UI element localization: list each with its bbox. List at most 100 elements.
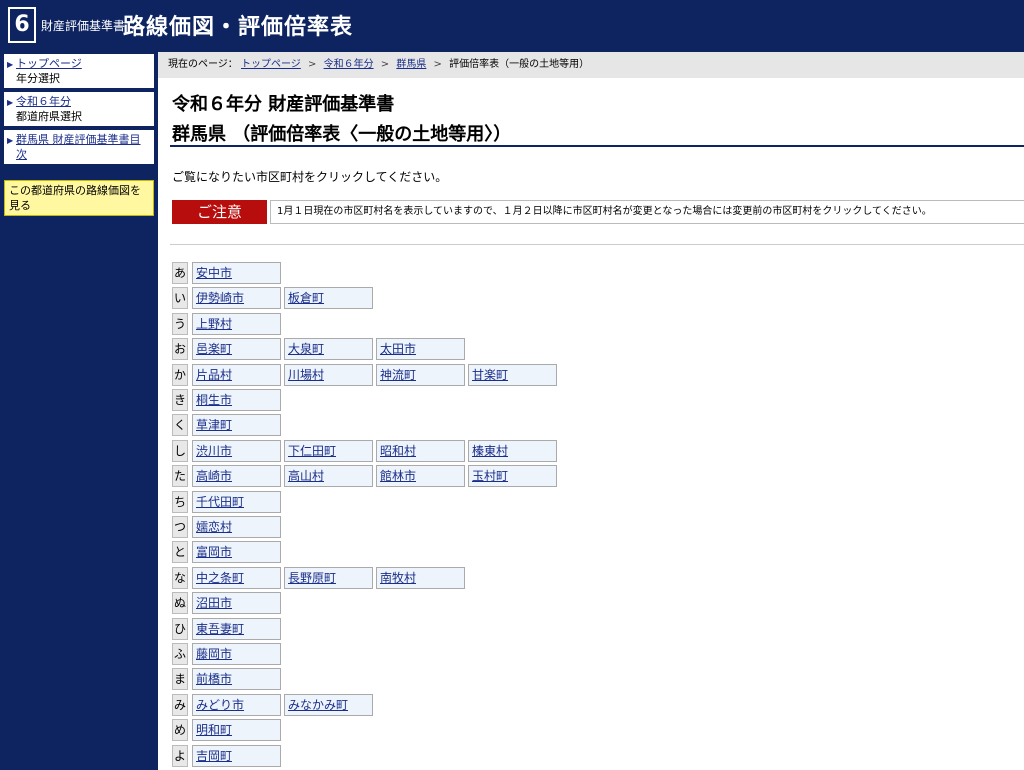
sidebar-link-year[interactable]: 令和６年分 (16, 95, 71, 108)
municipality-cell: 長野原町 (284, 567, 373, 589)
municipality-link[interactable]: 嬬恋村 (196, 520, 232, 534)
municipality-link[interactable]: みなかみ町 (288, 698, 348, 712)
municipality-link[interactable]: 長野原町 (288, 571, 336, 585)
municipality-link[interactable]: 太田市 (380, 342, 416, 356)
municipality-cell: 明和町 (192, 719, 281, 741)
municipality-cell: 板倉町 (284, 287, 373, 309)
municipality-link[interactable]: 千代田町 (196, 495, 244, 509)
municipality-link[interactable]: 藤岡市 (196, 647, 232, 661)
municipality-cell: 邑楽町 (192, 338, 281, 360)
municipality-link[interactable]: 榛東村 (472, 444, 508, 458)
sidebar-route-price-link[interactable]: この都道府県の路線価図を見る (4, 180, 154, 216)
municipality-link[interactable]: 上野村 (196, 317, 232, 331)
municipality-link[interactable]: 桐生市 (196, 393, 232, 407)
kana-index-label: あ (172, 262, 188, 284)
breadcrumb-separator: > (380, 59, 390, 70)
municipality-cell: 伊勢崎市 (192, 287, 281, 309)
kana-index-label: く (172, 414, 188, 436)
kana-index-label: よ (172, 745, 188, 767)
kana-index-label: き (172, 389, 188, 411)
kana-index-label: み (172, 694, 188, 716)
kana-index-label: な (172, 567, 188, 589)
triangle-icon: ▶ (7, 60, 14, 69)
kana-index-label: ふ (172, 643, 188, 665)
sidebar-sub-label: 都道府県選択 (16, 110, 82, 123)
breadcrumb-link-year[interactable]: 令和６年分 (324, 59, 374, 70)
breadcrumb-link-top[interactable]: トップページ (241, 59, 301, 70)
municipality-link[interactable]: 甘楽町 (472, 368, 508, 382)
header-subtitle: 財産評価基準書 (41, 19, 126, 33)
header-title: 路線価図・評価倍率表 (123, 15, 354, 40)
municipality-link[interactable]: 板倉町 (288, 291, 324, 305)
municipality-cell: 館林市 (376, 465, 465, 487)
municipality-link[interactable]: 南牧村 (380, 571, 416, 585)
municipality-cell: 下仁田町 (284, 440, 373, 462)
municipality-link[interactable]: みどり市 (196, 698, 244, 712)
municipality-link[interactable]: 館林市 (380, 469, 416, 483)
kana-index-label: お (172, 338, 188, 360)
municipality-cell: 高崎市 (192, 465, 281, 487)
municipality-link[interactable]: 神流町 (380, 368, 416, 382)
breadcrumb-current: 評価倍率表（一般の土地等用） (449, 59, 590, 70)
municipality-link[interactable]: 昭和村 (380, 444, 416, 458)
municipality-cell: 上野村 (192, 313, 281, 335)
breadcrumb-link-prefecture[interactable]: 群馬県 (396, 59, 426, 70)
municipality-cell: 安中市 (192, 262, 281, 284)
municipality-link[interactable]: 伊勢崎市 (196, 291, 244, 305)
municipality-link[interactable]: 渋川市 (196, 444, 232, 458)
notice-label: ご注意 (172, 200, 267, 224)
municipality-cell: 神流町 (376, 364, 465, 386)
notice-text: 1月１日現在の市区町村名を表示していますので、１月２日以降に市区町村名が変更とな… (270, 200, 1024, 224)
kana-index-label: ぬ (172, 592, 188, 614)
breadcrumb-separator: > (433, 59, 442, 70)
kana-index-label: ま (172, 668, 188, 690)
breadcrumb: 現在のページ： トップページ > 令和６年分 > 群馬県 > 評価倍率表（一般の… (158, 52, 1024, 78)
page-header: 6 財産評価基準書 路線価図・評価倍率表 (0, 0, 1024, 52)
municipality-link[interactable]: 安中市 (196, 266, 232, 280)
municipality-cell: 前橋市 (192, 668, 281, 690)
triangle-icon: ▶ (7, 98, 14, 107)
sidebar-link-contents[interactable]: 群馬県 財産評価基準書目次 (16, 133, 141, 161)
sidebar-sub-label: 年分選択 (16, 72, 60, 85)
municipality-cell: 川場村 (284, 364, 373, 386)
municipality-cell: 富岡市 (192, 541, 281, 563)
municipality-cell: 桐生市 (192, 389, 281, 411)
municipality-link[interactable]: 川場村 (288, 368, 324, 382)
municipality-link[interactable]: 高山村 (288, 469, 324, 483)
municipality-link[interactable]: 吉岡町 (196, 749, 232, 763)
kana-index-label: ち (172, 491, 188, 513)
page-title: 令和６年分 財産評価基準書 (172, 94, 395, 115)
municipality-link[interactable]: 玉村町 (472, 469, 508, 483)
kana-index-label: と (172, 541, 188, 563)
municipality-link[interactable]: 沼田市 (196, 596, 232, 610)
municipality-cell: 藤岡市 (192, 643, 281, 665)
municipality-link[interactable]: 富岡市 (196, 545, 232, 559)
municipality-cell: 中之条町 (192, 567, 281, 589)
municipality-link[interactable]: 片品村 (196, 368, 232, 382)
breadcrumb-prefix: 現在のページ： (168, 59, 238, 70)
municipality-link[interactable]: 邑楽町 (196, 342, 232, 356)
municipality-link[interactable]: 草津町 (196, 418, 232, 432)
municipality-link[interactable]: 明和町 (196, 723, 232, 737)
instruction-text: ご覧になりたい市区町村をクリックしてください。 (172, 170, 448, 184)
municipality-link[interactable]: 大泉町 (288, 342, 324, 356)
section-number-logo: 6 (8, 7, 36, 43)
breadcrumb-separator: > (308, 59, 317, 70)
sidebar-link-top[interactable]: トップページ (16, 57, 82, 70)
municipality-cell: 沼田市 (192, 592, 281, 614)
municipality-link[interactable]: 高崎市 (196, 469, 232, 483)
municipality-link[interactable]: 中之条町 (196, 571, 244, 585)
municipality-link[interactable]: 下仁田町 (288, 444, 336, 458)
triangle-icon: ▶ (7, 136, 14, 145)
municipality-link[interactable]: 前橋市 (196, 672, 232, 686)
municipality-cell: 嬬恋村 (192, 516, 281, 538)
kana-index-label: つ (172, 516, 188, 538)
page-subtitle: 群馬県 （評価倍率表〈一般の土地等用〉） (172, 124, 512, 145)
kana-index-label: め (172, 719, 188, 741)
municipality-cell: 渋川市 (192, 440, 281, 462)
municipality-link[interactable]: 東吾妻町 (196, 622, 244, 636)
municipality-cell: 高山村 (284, 465, 373, 487)
municipality-cell: 草津町 (192, 414, 281, 436)
kana-index-label: た (172, 465, 188, 487)
municipality-cell: 東吾妻町 (192, 618, 281, 640)
